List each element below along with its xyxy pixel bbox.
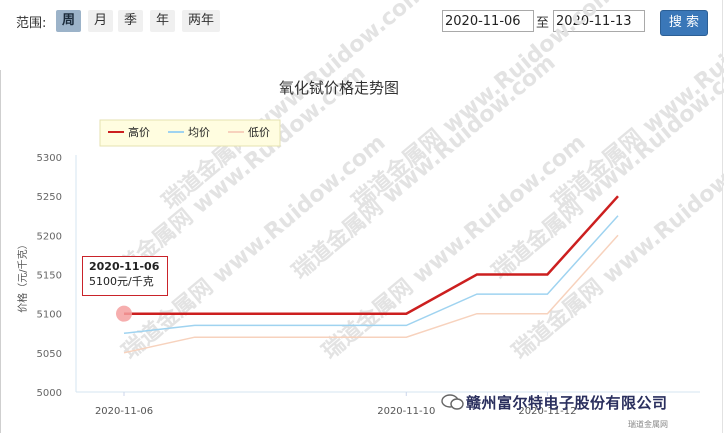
wechat-icon bbox=[441, 394, 464, 410]
tooltip-value: 5100元/千克 bbox=[89, 275, 154, 288]
y-tick-label: 5200 bbox=[37, 231, 62, 242]
chart-title: 氧化铽价格走势图 bbox=[279, 79, 399, 97]
tooltip-date: 2020-11-06 bbox=[89, 260, 160, 273]
company-watermark: 赣州富尔特电子股份有限公司 bbox=[466, 394, 668, 412]
x-tick-label: 2020-11-10 bbox=[377, 406, 435, 417]
y-tick-label: 5250 bbox=[37, 192, 62, 203]
price-chart: 瑞道金属网 www.Ruidow.com瑞道金属网 www.Ruidow.com… bbox=[16, 0, 724, 417]
y-tick-label: 5150 bbox=[37, 271, 62, 282]
legend-label-low[interactable]: 低价 bbox=[248, 126, 270, 139]
y-axis-ticks: 5000 5050 5100 5150 5200 5250 5300 bbox=[37, 153, 62, 399]
y-tick-label: 5100 bbox=[37, 310, 62, 321]
legend-label-avg[interactable]: 均价 bbox=[188, 126, 210, 139]
y-tick-label: 5000 bbox=[37, 388, 62, 399]
y-tick-label: 5050 bbox=[37, 349, 62, 360]
tooltip: 2020-11-06 5100元/千克 bbox=[82, 256, 168, 296]
hover-point[interactable] bbox=[116, 305, 132, 322]
legend[interactable]: 高价 均价 低价 bbox=[99, 119, 281, 147]
legend-label-high[interactable]: 高价 bbox=[128, 125, 150, 139]
y-tick-label: 5300 bbox=[37, 153, 62, 164]
source-label: 瑞道金属网 bbox=[628, 420, 668, 429]
y-axis-label: 价格（元/千克） bbox=[16, 239, 29, 312]
x-tick-label: 2020-11-06 bbox=[95, 406, 153, 417]
